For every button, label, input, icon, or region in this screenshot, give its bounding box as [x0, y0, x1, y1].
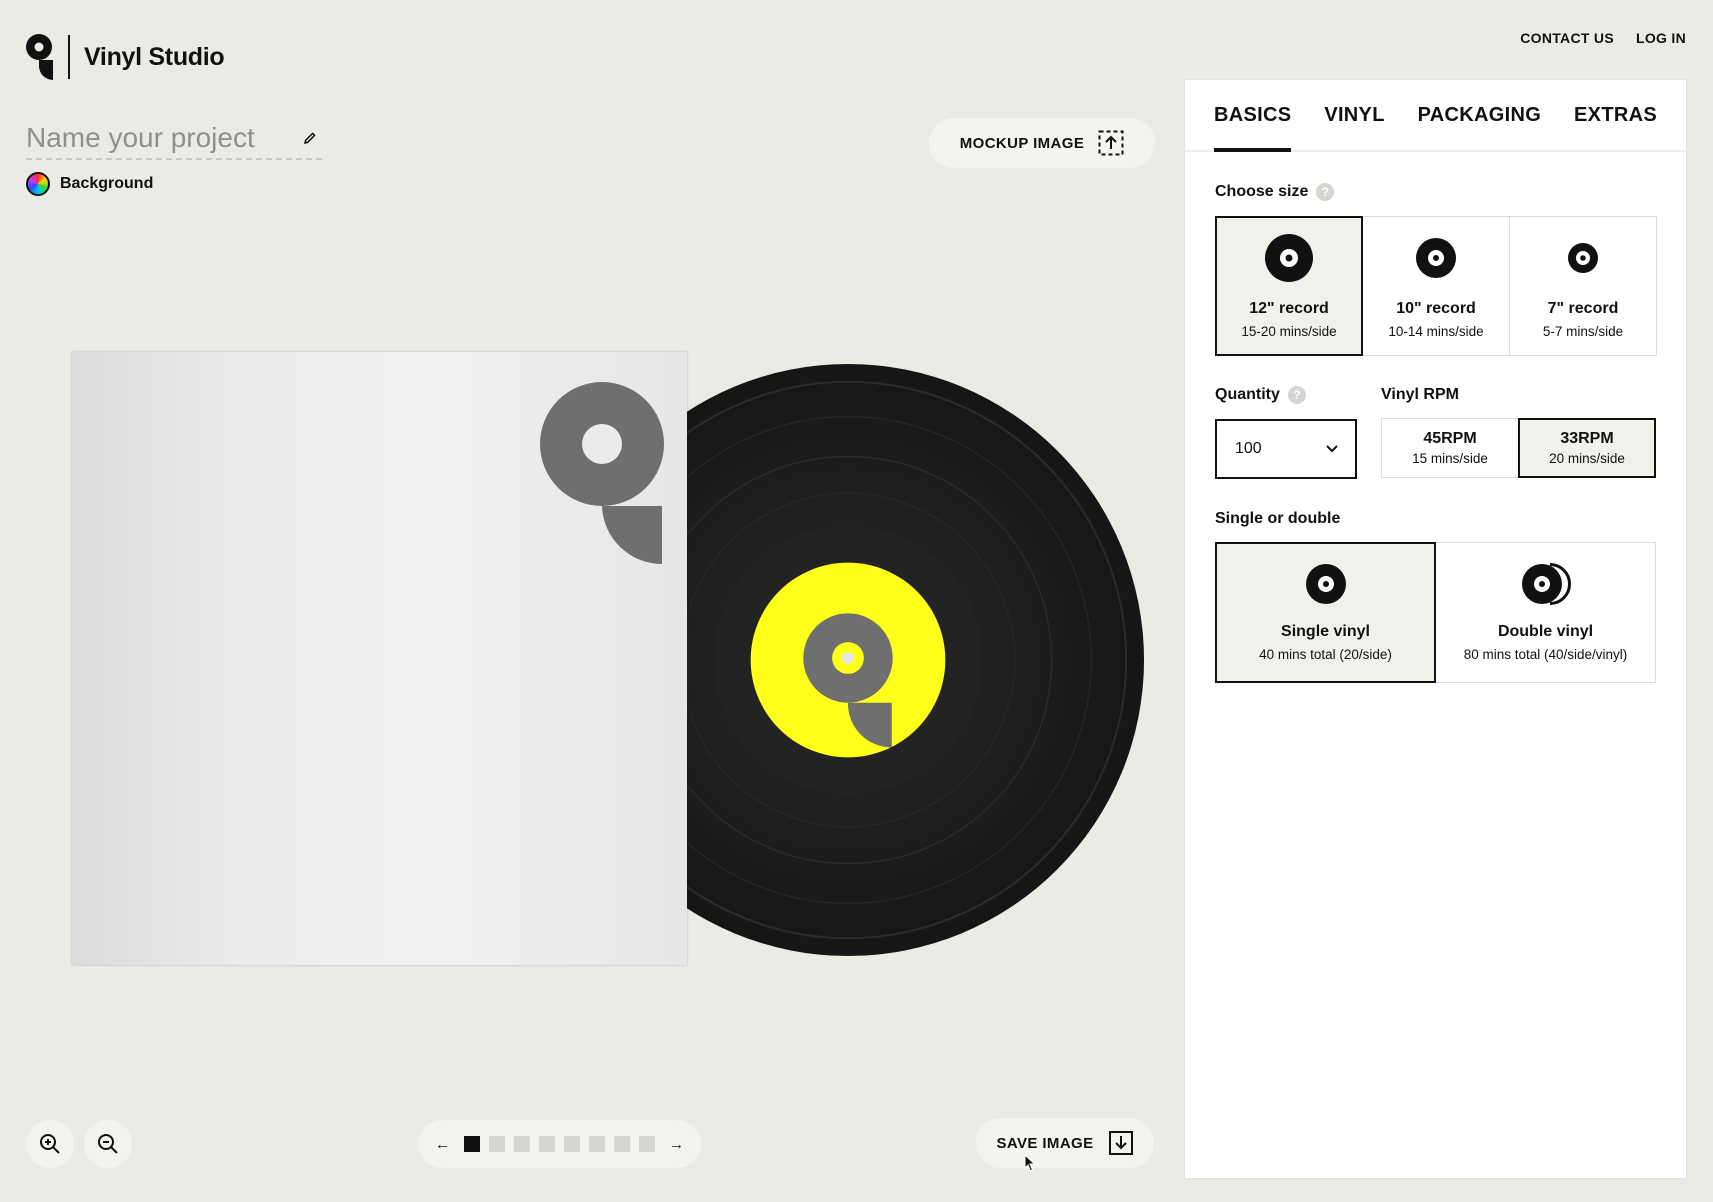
q-logo-icon — [26, 34, 53, 80]
rpm-option-title: 33RPM — [1560, 430, 1614, 447]
vinyl-rpm-heading: Vinyl RPM — [1381, 386, 1459, 404]
double-vinyl-subtitle: 80 mins total (40/side/vinyl) — [1463, 647, 1628, 662]
pager-page-7[interactable] — [614, 1136, 630, 1152]
pager-page-6[interactable] — [589, 1136, 605, 1152]
rpm-option-subtitle: 15 mins/side — [1412, 451, 1488, 466]
mouse-cursor-icon — [1024, 1154, 1036, 1172]
vinyl-disc-icon — [1416, 237, 1456, 278]
project-name-field — [26, 118, 322, 160]
download-icon — [1108, 1131, 1133, 1155]
tab-vinyl[interactable]: VINYL — [1324, 104, 1384, 152]
color-wheel-icon — [26, 172, 50, 196]
save-image-button[interactable]: SAVE IMAGE — [976, 1118, 1154, 1168]
rpm-option-45[interactable]: 45RPM 15 mins/side — [1381, 418, 1519, 478]
rpm-option-subtitle: 20 mins/side — [1549, 451, 1625, 466]
chevron-down-icon — [1326, 445, 1338, 453]
pager-page-5[interactable] — [564, 1136, 580, 1152]
size-options: 12" record 15-20 mins/side 10" record 10… — [1215, 216, 1657, 356]
tab-extras[interactable]: EXTRAS — [1574, 104, 1657, 152]
vinyl-disc-icon — [1265, 233, 1313, 282]
pager-next-arrow[interactable]: → — [664, 1136, 689, 1153]
project-name-input[interactable] — [26, 122, 276, 154]
mockup-canvas — [0, 320, 1180, 980]
logo-divider — [68, 35, 70, 79]
save-image-label: SAVE IMAGE — [996, 1134, 1094, 1152]
size-option-title: 7" record — [1547, 299, 1619, 317]
panel-tabs: BASICS VINYL PACKAGING EXTRAS — [1185, 80, 1686, 152]
quantity-label: Quantity — [1215, 386, 1280, 403]
quantity-heading: Quantity ? — [1215, 386, 1306, 404]
quantity-help-icon[interactable]: ? — [1287, 386, 1306, 404]
pager-page-3[interactable] — [514, 1136, 530, 1152]
size-help-icon[interactable]: ? — [1316, 183, 1335, 201]
pager-page-4[interactable] — [539, 1136, 555, 1152]
zoom-in-button[interactable] — [26, 1120, 74, 1168]
quantity-select[interactable]: 100 — [1215, 419, 1357, 479]
top-nav: CONTACT US LOG IN — [1520, 30, 1686, 46]
size-option-subtitle: 15-20 mins/side — [1241, 323, 1337, 339]
double-vinyl-option[interactable]: Double vinyl 80 mins total (40/side/viny… — [1435, 542, 1656, 683]
background-picker[interactable]: Background — [26, 172, 153, 196]
single-double-options: Single vinyl 40 mins total (20/side) Dou… — [1215, 542, 1656, 683]
size-option-title: 10" record — [1396, 299, 1476, 317]
size-option-title: 12" record — [1249, 299, 1329, 317]
double-vinyl-title: Double vinyl — [1497, 623, 1594, 640]
pager-page-1[interactable] — [464, 1136, 480, 1152]
rpm-options: 45RPM 15 mins/side 33RPM 20 mins/side — [1381, 418, 1656, 478]
view-pager: ← → — [418, 1120, 701, 1168]
pager-page-8[interactable] — [639, 1136, 655, 1152]
choose-size-label: Choose size — [1215, 183, 1309, 200]
quantity-value: 100 — [1235, 440, 1262, 457]
mockup-image-button[interactable]: MOCKUP IMAGE — [929, 118, 1155, 168]
zoom-out-icon — [98, 1134, 118, 1154]
app-title: Vinyl Studio — [84, 42, 225, 71]
mockup-image-label: MOCKUP IMAGE — [959, 134, 1085, 152]
size-option-10[interactable]: 10" record 10-14 mins/side — [1362, 216, 1510, 356]
single-vinyl-title: Single vinyl — [1281, 623, 1370, 640]
choose-size-heading: Choose size ? — [1215, 183, 1335, 201]
upload-frame-icon — [1098, 130, 1124, 156]
size-option-subtitle: 10-14 mins/side — [1388, 323, 1484, 339]
pager-prev-arrow[interactable]: ← — [430, 1136, 455, 1153]
tab-basics[interactable]: BASICS — [1214, 104, 1292, 152]
vinyl-disc-icon — [1568, 242, 1598, 273]
single-disc-icon — [1305, 564, 1346, 604]
zoom-out-button[interactable] — [84, 1120, 132, 1168]
size-option-12[interactable]: 12" record 15-20 mins/side — [1215, 216, 1363, 356]
zoom-in-icon — [40, 1134, 60, 1154]
single-double-label: Single or double — [1215, 510, 1341, 527]
single-vinyl-option[interactable]: Single vinyl 40 mins total (20/side) — [1215, 542, 1436, 683]
configuration-panel: BASICS VINYL PACKAGING EXTRAS Choose siz… — [1184, 79, 1687, 1179]
double-disc-icon — [1521, 563, 1571, 605]
size-option-7[interactable]: 7" record 5-7 mins/side — [1509, 216, 1657, 356]
rpm-option-33[interactable]: 33RPM 20 mins/side — [1518, 418, 1656, 478]
rpm-option-title: 45RPM — [1423, 430, 1477, 447]
sleeve-logo — [540, 382, 664, 564]
tab-packaging[interactable]: PACKAGING — [1418, 104, 1541, 152]
vinyl-rpm-label: Vinyl RPM — [1381, 386, 1459, 403]
single-double-heading: Single or double — [1215, 510, 1340, 528]
background-label: Background — [60, 175, 154, 192]
app-logo[interactable]: Vinyl Studio — [26, 34, 225, 80]
pager-page-2[interactable] — [489, 1136, 505, 1152]
single-vinyl-subtitle: 40 mins total (20/side) — [1259, 647, 1392, 662]
log-in-link[interactable]: LOG IN — [1636, 30, 1686, 46]
size-option-subtitle: 5-7 mins/side — [1542, 323, 1624, 339]
pencil-icon[interactable] — [302, 130, 318, 146]
contact-us-link[interactable]: CONTACT US — [1520, 30, 1614, 46]
